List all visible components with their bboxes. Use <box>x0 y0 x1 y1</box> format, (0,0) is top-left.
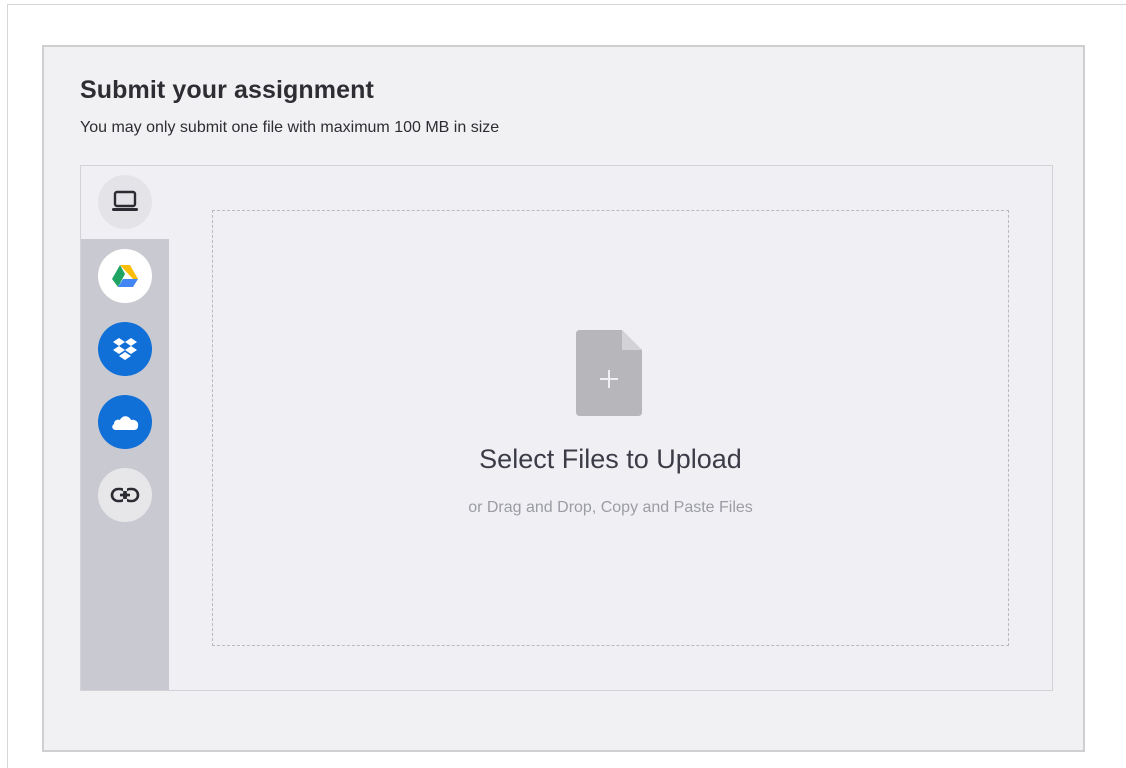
assignment-submission-panel: Submit your assignment You may only subm… <box>42 45 1085 752</box>
select-files-label[interactable]: Select Files to Upload <box>213 444 1008 475</box>
file-picker: Select Files to Upload or Drag and Drop,… <box>80 165 1053 691</box>
source-dropbox-button[interactable] <box>98 322 152 376</box>
google-drive-icon <box>112 265 138 287</box>
file-dropzone[interactable]: Select Files to Upload or Drag and Drop,… <box>212 210 1009 646</box>
upload-size-note: You may only submit one file with maximu… <box>80 119 500 136</box>
source-link-button[interactable] <box>98 468 152 522</box>
page-title: Submit your assignment <box>80 76 374 104</box>
laptop-icon <box>112 190 138 211</box>
link-icon <box>110 487 140 503</box>
dropbox-icon <box>113 338 137 360</box>
onedrive-icon <box>112 416 139 430</box>
add-file-icon <box>576 330 642 416</box>
source-sidebar <box>81 239 169 690</box>
source-google-drive-button[interactable] <box>98 249 152 303</box>
source-onedrive-button[interactable] <box>98 395 152 449</box>
drag-drop-hint: or Drag and Drop, Copy and Paste Files <box>468 499 753 516</box>
source-my-device-button[interactable] <box>98 175 152 229</box>
